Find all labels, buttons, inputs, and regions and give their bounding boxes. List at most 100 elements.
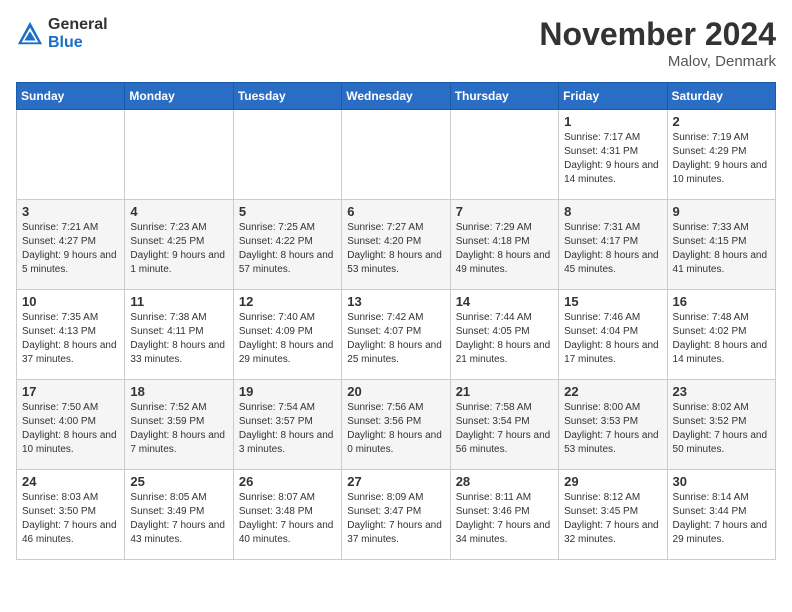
logo-icon [16, 20, 44, 48]
day-number: 18 [130, 384, 227, 399]
title-area: November 2024 Malov, Denmark [539, 16, 776, 70]
calendar-cell: 1 Sunrise: 7:17 AM Sunset: 4:31 PM Daylig… [559, 110, 667, 200]
day-info: Sunrise: 7:33 AM Sunset: 4:15 PM Dayligh… [673, 221, 770, 277]
calendar-cell: 10Sunrise: 7:35 AM Sunset: 4:13 PM Dayli… [17, 290, 125, 380]
calendar-cell: 17 Sunrise: 7:50 AM Sunset: 4:00 PM Dayli… [17, 380, 125, 470]
day-info: Sunrise: 7:23 AM Sunset: 4:25 PM Dayligh… [130, 221, 227, 277]
day-number: 13 [347, 294, 444, 309]
day-info: Sunrise: 7:52 AM Sunset: 3:59 PM Dayligh… [130, 401, 227, 457]
day-info: Sunrise: 7:27 AM Sunset: 4:20 PM Dayligh… [347, 221, 444, 277]
calendar-cell: 11Sunrise: 7:38 AM Sunset: 4:11 PM Dayli… [125, 290, 233, 380]
day-number: 16 [673, 294, 770, 309]
calendar-header: Sunday Monday Tuesday Wednesday Thursday… [17, 83, 776, 110]
day-info: Sunrise: 7:44 AM Sunset: 4:05 PM Dayligh… [456, 311, 553, 367]
calendar-cell: 8 Sunrise: 7:31 AM Sunset: 4:17 PM Daylig… [559, 200, 667, 290]
calendar-cell: 29Sunrise: 8:12 AM Sunset: 3:45 PM Dayli… [559, 470, 667, 560]
calendar-cell: 19 Sunrise: 7:54 AM Sunset: 3:57 PM Dayli… [233, 380, 341, 470]
day-info: Sunrise: 7:31 AM Sunset: 4:17 PM Dayligh… [564, 221, 661, 277]
calendar-cell: 18 Sunrise: 7:52 AM Sunset: 3:59 PM Dayli… [125, 380, 233, 470]
calendar-cell: 23Sunrise: 8:02 AM Sunset: 3:52 PM Dayli… [667, 380, 775, 470]
day-info: Sunrise: 8:05 AM Sunset: 3:49 PM Dayligh… [130, 491, 227, 547]
day-info: Sunrise: 8:14 AM Sunset: 3:44 PM Dayligh… [673, 491, 770, 547]
day-info: Sunrise: 7:58 AM Sunset: 3:54 PM Dayligh… [456, 401, 553, 457]
col-monday: Monday [125, 83, 233, 110]
day-info: Sunrise: 7:50 AM Sunset: 4:00 PM Dayligh… [22, 401, 119, 457]
day-info: Sunrise: 7:21 AM Sunset: 4:27 PM Dayligh… [22, 221, 119, 277]
header-row: Sunday Monday Tuesday Wednesday Thursday… [17, 83, 776, 110]
day-info: Sunrise: 7:17 AM Sunset: 4:31 PM Dayligh… [564, 131, 661, 187]
calendar-cell: 3 Sunrise: 7:21 AM Sunset: 4:27 PM Daylig… [17, 200, 125, 290]
calendar-cell: 15 Sunrise: 7:46 AM Sunset: 4:04 PM Dayli… [559, 290, 667, 380]
day-number: 22 [564, 384, 661, 399]
day-number: 6 [347, 204, 444, 219]
col-saturday: Saturday [667, 83, 775, 110]
logo-general-text: General [48, 16, 108, 34]
day-info: Sunrise: 8:12 AM Sunset: 3:45 PM Dayligh… [564, 491, 661, 547]
calendar-cell: 14Sunrise: 7:44 AM Sunset: 4:05 PM Dayli… [450, 290, 558, 380]
day-number: 28 [456, 474, 553, 489]
day-info: Sunrise: 7:54 AM Sunset: 3:57 PM Dayligh… [239, 401, 336, 457]
calendar-table: Sunday Monday Tuesday Wednesday Thursday… [16, 82, 776, 560]
calendar-cell: 20 Sunrise: 7:56 AM Sunset: 3:56 PM Dayli… [342, 380, 450, 470]
day-info: Sunrise: 7:56 AM Sunset: 3:56 PM Dayligh… [347, 401, 444, 457]
col-friday: Friday [559, 83, 667, 110]
day-info: Sunrise: 7:40 AM Sunset: 4:09 PM Dayligh… [239, 311, 336, 367]
calendar-cell: 25 Sunrise: 8:05 AM Sunset: 3:49 PM Dayli… [125, 470, 233, 560]
day-info: Sunrise: 8:11 AM Sunset: 3:46 PM Dayligh… [456, 491, 553, 547]
day-number: 17 [22, 384, 119, 399]
day-info: Sunrise: 7:19 AM Sunset: 4:29 PM Dayligh… [673, 131, 770, 187]
day-number: 2 [673, 114, 770, 129]
calendar-cell: 13 Sunrise: 7:42 AM Sunset: 4:07 PM Dayli… [342, 290, 450, 380]
day-number: 5 [239, 204, 336, 219]
day-number: 1 [564, 114, 661, 129]
calendar-cell: 27Sunrise: 8:09 AM Sunset: 3:47 PM Dayli… [342, 470, 450, 560]
day-info: Sunrise: 8:07 AM Sunset: 3:48 PM Dayligh… [239, 491, 336, 547]
calendar-cell: 5Sunrise: 7:25 AM Sunset: 4:22 PM Daylig… [233, 200, 341, 290]
day-number: 24 [22, 474, 119, 489]
day-number: 20 [347, 384, 444, 399]
calendar-cell: 7 Sunrise: 7:29 AM Sunset: 4:18 PM Daylig… [450, 200, 558, 290]
logo: General Blue [16, 16, 108, 51]
day-number: 3 [22, 204, 119, 219]
calendar-cell: 9Sunrise: 7:33 AM Sunset: 4:15 PM Daylig… [667, 200, 775, 290]
calendar-row-3: 10Sunrise: 7:35 AM Sunset: 4:13 PM Dayli… [17, 290, 776, 380]
day-number: 19 [239, 384, 336, 399]
day-number: 25 [130, 474, 227, 489]
day-number: 23 [673, 384, 770, 399]
day-info: Sunrise: 7:35 AM Sunset: 4:13 PM Dayligh… [22, 311, 119, 367]
calendar-cell: 6 Sunrise: 7:27 AM Sunset: 4:20 PM Daylig… [342, 200, 450, 290]
calendar-cell [450, 110, 558, 200]
day-number: 27 [347, 474, 444, 489]
calendar-body: 1 Sunrise: 7:17 AM Sunset: 4:31 PM Daylig… [17, 110, 776, 560]
day-number: 7 [456, 204, 553, 219]
day-number: 15 [564, 294, 661, 309]
day-number: 30 [673, 474, 770, 489]
calendar-cell: 21Sunrise: 7:58 AM Sunset: 3:54 PM Dayli… [450, 380, 558, 470]
day-info: Sunrise: 8:03 AM Sunset: 3:50 PM Dayligh… [22, 491, 119, 547]
calendar-cell [233, 110, 341, 200]
day-info: Sunrise: 7:46 AM Sunset: 4:04 PM Dayligh… [564, 311, 661, 367]
day-info: Sunrise: 7:29 AM Sunset: 4:18 PM Dayligh… [456, 221, 553, 277]
calendar-row-1: 1 Sunrise: 7:17 AM Sunset: 4:31 PM Daylig… [17, 110, 776, 200]
calendar-cell: 12Sunrise: 7:40 AM Sunset: 4:09 PM Dayli… [233, 290, 341, 380]
day-info: Sunrise: 7:48 AM Sunset: 4:02 PM Dayligh… [673, 311, 770, 367]
calendar-cell: 30 Sunrise: 8:14 AM Sunset: 3:44 PM Dayli… [667, 470, 775, 560]
logo-text: General Blue [48, 16, 108, 51]
day-info: Sunrise: 7:42 AM Sunset: 4:07 PM Dayligh… [347, 311, 444, 367]
logo-blue-text: Blue [48, 34, 108, 52]
calendar-cell: 24 Sunrise: 8:03 AM Sunset: 3:50 PM Dayli… [17, 470, 125, 560]
calendar-cell: 4Sunrise: 7:23 AM Sunset: 4:25 PM Daylig… [125, 200, 233, 290]
day-info: Sunrise: 8:00 AM Sunset: 3:53 PM Dayligh… [564, 401, 661, 457]
day-number: 8 [564, 204, 661, 219]
calendar-cell: 16 Sunrise: 7:48 AM Sunset: 4:02 PM Dayli… [667, 290, 775, 380]
col-thursday: Thursday [450, 83, 558, 110]
calendar-cell: 26 Sunrise: 8:07 AM Sunset: 3:48 PM Dayli… [233, 470, 341, 560]
calendar-cell: 22 Sunrise: 8:00 AM Sunset: 3:53 PM Dayli… [559, 380, 667, 470]
calendar-cell [342, 110, 450, 200]
location: Malov, Denmark [539, 53, 776, 70]
day-number: 26 [239, 474, 336, 489]
calendar-row-4: 17 Sunrise: 7:50 AM Sunset: 4:00 PM Dayli… [17, 380, 776, 470]
calendar-row-5: 24 Sunrise: 8:03 AM Sunset: 3:50 PM Dayli… [17, 470, 776, 560]
calendar-cell [17, 110, 125, 200]
day-info: Sunrise: 7:38 AM Sunset: 4:11 PM Dayligh… [130, 311, 227, 367]
